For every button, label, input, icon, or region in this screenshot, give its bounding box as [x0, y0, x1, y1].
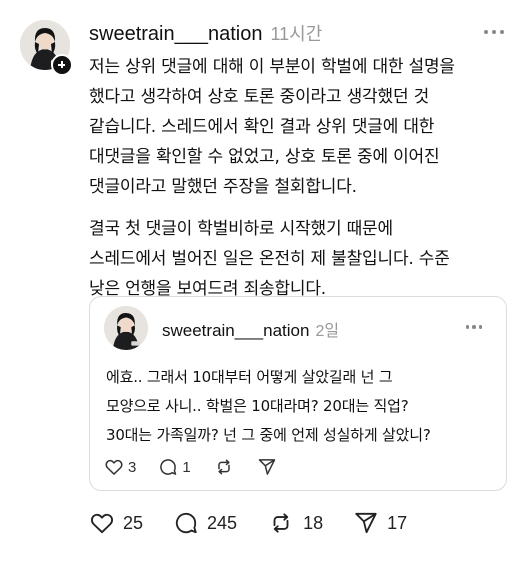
repost-button[interactable]: 18	[267, 510, 323, 536]
quoted-like-count: 3	[128, 458, 137, 476]
comment-count: 245	[207, 512, 238, 533]
comment-button[interactable]: 245	[173, 510, 237, 536]
comment-bubble-icon	[175, 512, 197, 534]
follow-plus-icon[interactable]	[51, 54, 73, 76]
repost-icon	[273, 513, 289, 533]
post-header: sweetrain___nation 11시간	[89, 20, 322, 46]
quoted-body: 에효.. 그래서 10대부터 어떻게 살았길래 넌 그 모양으로 사니.. 학벌…	[106, 363, 496, 450]
quoted-repost-button[interactable]	[213, 457, 235, 477]
quoted-actions: 3 1	[104, 457, 299, 477]
repost-count: 18	[303, 512, 324, 533]
repost-icon	[217, 459, 230, 475]
quoted-avatar[interactable]	[104, 306, 148, 350]
quoted-header: sweetrain___nation 2일	[162, 317, 339, 341]
send-icon	[258, 459, 275, 475]
share-button[interactable]: 17	[353, 510, 407, 536]
quoted-line: 30대는 가족일까? 넌 그 중에 언제 성실하게 살았니?	[106, 426, 431, 444]
post-line: 결국 첫 댓글이 학벌비하로 시작했기 때문에	[89, 219, 393, 239]
quoted-like-button[interactable]: 3	[104, 457, 136, 477]
post-line: 했다고 생각하여 상호 토론 중이라고 생각했던 것	[89, 87, 430, 107]
quoted-comment-button[interactable]: 1	[158, 457, 191, 477]
quoted-time: 2일	[315, 323, 340, 340]
post-line: 스레드에서 벌어진 일은 온전히 제 불찰입니다. 수준	[89, 249, 450, 269]
heart-icon	[90, 513, 114, 534]
quoted-share-button[interactable]	[257, 457, 277, 477]
quoted-more-dots-icon[interactable]	[465, 325, 482, 329]
quoted-username[interactable]: sweetrain___nation	[162, 321, 309, 341]
post-line: 같습니다. 스레드에서 확인 결과 상위 댓글에 대한	[89, 117, 435, 137]
quoted-comment-count: 1	[182, 458, 191, 476]
like-count: 25	[123, 512, 144, 533]
post-time: 11시간	[270, 24, 323, 44]
send-icon	[355, 512, 377, 534]
post-actions: 25 245 18 17	[89, 510, 437, 536]
quoted-post[interactable]: sweetrain___nation 2일 에효.. 그래서 10대부터 어떻게…	[89, 296, 507, 491]
more-dots-icon[interactable]	[484, 30, 504, 34]
author-username[interactable]: sweetrain___nation	[89, 23, 262, 46]
post-line: 저는 상위 댓글에 대해 이 부분이 학벌에 대한 설명을	[89, 57, 455, 77]
post-body: 저는 상위 댓글에 대해 이 부분이 학벌에 대한 설명을 했다고 생각하여 상…	[89, 52, 514, 304]
quoted-line: 에효.. 그래서 10대부터 어떻게 살았길래 넌 그	[106, 368, 393, 386]
comment-bubble-icon	[160, 459, 177, 475]
post-line: 대댓글을 확인할 수 없었고, 상호 토론 중에 이어진	[89, 147, 440, 167]
like-button[interactable]: 25	[89, 510, 143, 536]
author-avatar-wrap[interactable]	[20, 20, 73, 76]
heart-icon	[105, 459, 123, 475]
post-line: 댓글이라고 말했던 주장을 철회합니다.	[89, 177, 357, 197]
quoted-line: 모양으로 사니.. 학벌은 10대라며? 20대는 직업?	[106, 397, 409, 415]
share-count: 17	[387, 512, 408, 533]
